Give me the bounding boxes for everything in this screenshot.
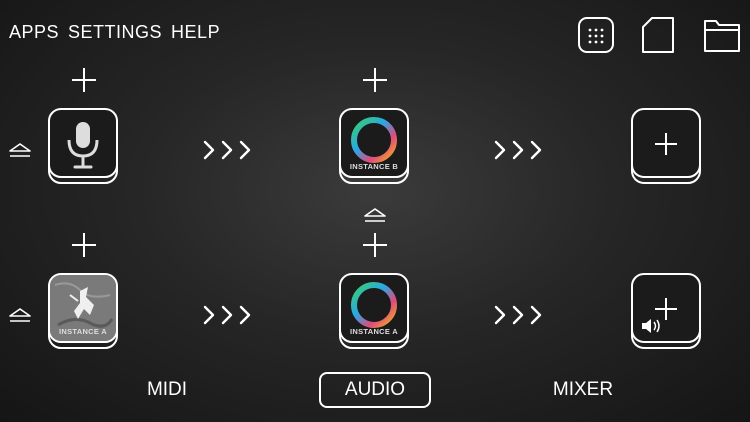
midi-slot-row1[interactable] — [48, 108, 120, 186]
plus-icon — [655, 133, 677, 155]
settings-menu[interactable]: SETTINGS — [68, 22, 162, 43]
eject-icon[interactable] — [363, 207, 387, 223]
chevrons-right-icon — [494, 140, 542, 160]
eject-icon[interactable] — [8, 307, 32, 323]
chevrons-right-icon — [203, 140, 251, 160]
document-icon[interactable] — [638, 15, 678, 55]
audio-slot-row2[interactable]: INSTANCE A — [339, 273, 411, 351]
top-menu: APPS SETTINGS HELP — [9, 22, 220, 43]
tab-audio[interactable]: AUDIO — [319, 372, 431, 408]
apps-menu[interactable]: APPS — [9, 22, 59, 43]
add-midi-row2-button[interactable] — [71, 232, 97, 258]
add-midi-row1-button[interactable] — [71, 67, 97, 93]
microphone-icon — [67, 122, 99, 169]
mixer-slot-row2[interactable] — [631, 273, 703, 351]
eject-icon[interactable] — [8, 142, 32, 158]
help-menu[interactable]: HELP — [171, 22, 220, 43]
tab-midi[interactable]: MIDI — [120, 372, 214, 408]
tab-mixer[interactable]: MIXER — [536, 372, 630, 408]
grid-icon[interactable] — [576, 15, 616, 55]
chevrons-right-icon — [494, 305, 542, 325]
plus-speaker-icon — [642, 298, 677, 333]
add-audio-row1-button[interactable] — [362, 67, 388, 93]
instance-label: INSTANCE B — [349, 162, 399, 171]
folder-icon[interactable] — [702, 15, 742, 55]
mixer-slot-row1[interactable] — [631, 108, 703, 186]
instance-label: INSTANCE A — [59, 327, 107, 336]
instance-label: INSTANCE A — [350, 327, 398, 336]
audio-slot-row1[interactable]: INSTANCE B — [339, 108, 411, 186]
chevrons-right-icon — [203, 305, 251, 325]
midi-slot-row2[interactable]: INSTANCE A — [48, 273, 120, 351]
add-audio-row2-button[interactable] — [362, 232, 388, 258]
